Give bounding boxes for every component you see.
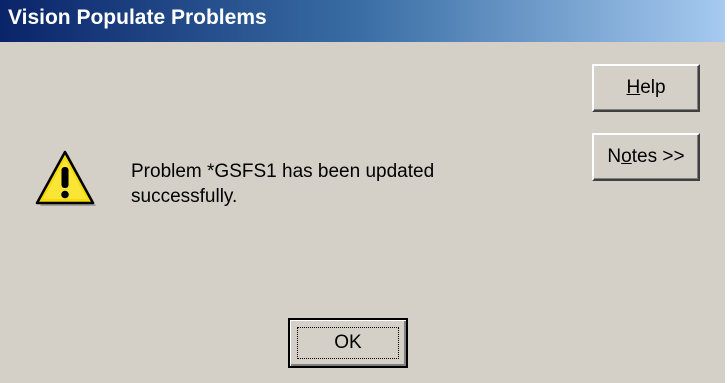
dialog-window: Vision Populate Problems Help Notes >> P… bbox=[0, 0, 725, 383]
help-button-label: Help bbox=[626, 77, 666, 98]
message-line-2: successfully. bbox=[131, 186, 238, 207]
ok-focus-rect: OK bbox=[297, 327, 399, 359]
ok-button-label: OK bbox=[334, 332, 362, 353]
message-line-1: Problem *GSFS1 has been updated bbox=[131, 161, 435, 182]
help-button[interactable]: Help bbox=[592, 64, 700, 112]
title-bar[interactable]: Vision Populate Problems bbox=[0, 0, 725, 42]
notes-button-label: Notes >> bbox=[607, 146, 685, 167]
message-text: Problem *GSFS1 has been updated successf… bbox=[131, 159, 551, 209]
window-title: Vision Populate Problems bbox=[8, 6, 267, 29]
notes-button[interactable]: Notes >> bbox=[592, 133, 700, 181]
ok-button[interactable]: OK bbox=[288, 318, 408, 368]
warning-icon bbox=[35, 150, 96, 206]
